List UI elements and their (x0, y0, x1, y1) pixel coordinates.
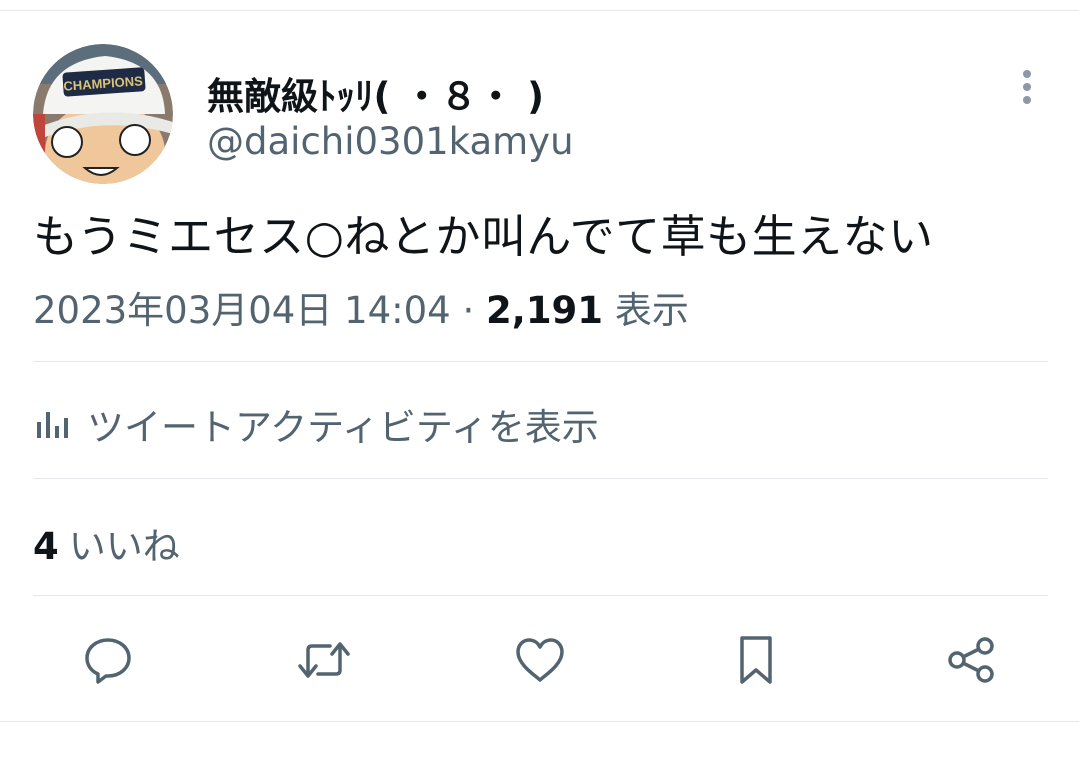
share-button[interactable] (943, 632, 999, 688)
bottom-divider (0, 721, 1079, 722)
divider (33, 595, 1048, 596)
activity-label: ツイートアクティビティを表示 (87, 406, 599, 449)
meta-separator: · (462, 289, 475, 332)
likes-link[interactable]: 4 いいね (33, 516, 180, 570)
tweet-meta: 2023年03月04日 14:04 · 2,191 表示 (33, 280, 689, 334)
views-label: 表示 (614, 289, 689, 332)
reply-button[interactable] (80, 632, 136, 688)
tweet-detail-page: CHAMPIONS 無敵級ﾄｯﾘ( ・８・ ) @daichi0301kamyu… (0, 0, 1079, 774)
analytics-icon (37, 412, 68, 438)
bookmark-button[interactable] (728, 632, 784, 688)
avatar[interactable]: CHAMPIONS (33, 44, 173, 184)
retweet-icon (298, 642, 350, 678)
more-options-button[interactable] (1010, 66, 1044, 108)
divider (33, 478, 1048, 479)
views-count: 2,191 (486, 289, 604, 332)
tweet-text: もうミエセス○ねとか叫んでて草も生えない (33, 210, 934, 263)
comment-icon (85, 638, 131, 684)
likes-count: 4 (33, 525, 59, 568)
top-divider (0, 10, 1079, 11)
display-name[interactable]: 無敵級ﾄｯﾘ( ・８・ ) (207, 66, 544, 120)
more-vertical-icon (1023, 70, 1031, 104)
tweet-activity-link[interactable]: ツイートアクティビティを表示 (33, 398, 599, 450)
share-icon (948, 637, 994, 683)
retweet-button[interactable] (296, 632, 352, 688)
like-button[interactable] (512, 632, 568, 688)
bookmark-icon (740, 636, 772, 684)
user-handle[interactable]: @daichi0301kamyu (207, 120, 574, 163)
avatar-image: CHAMPIONS (33, 44, 173, 184)
timestamp[interactable]: 2023年03月04日 14:04 (33, 289, 451, 332)
heart-icon (516, 638, 564, 682)
divider (33, 361, 1048, 362)
likes-label: いいね (68, 525, 180, 568)
